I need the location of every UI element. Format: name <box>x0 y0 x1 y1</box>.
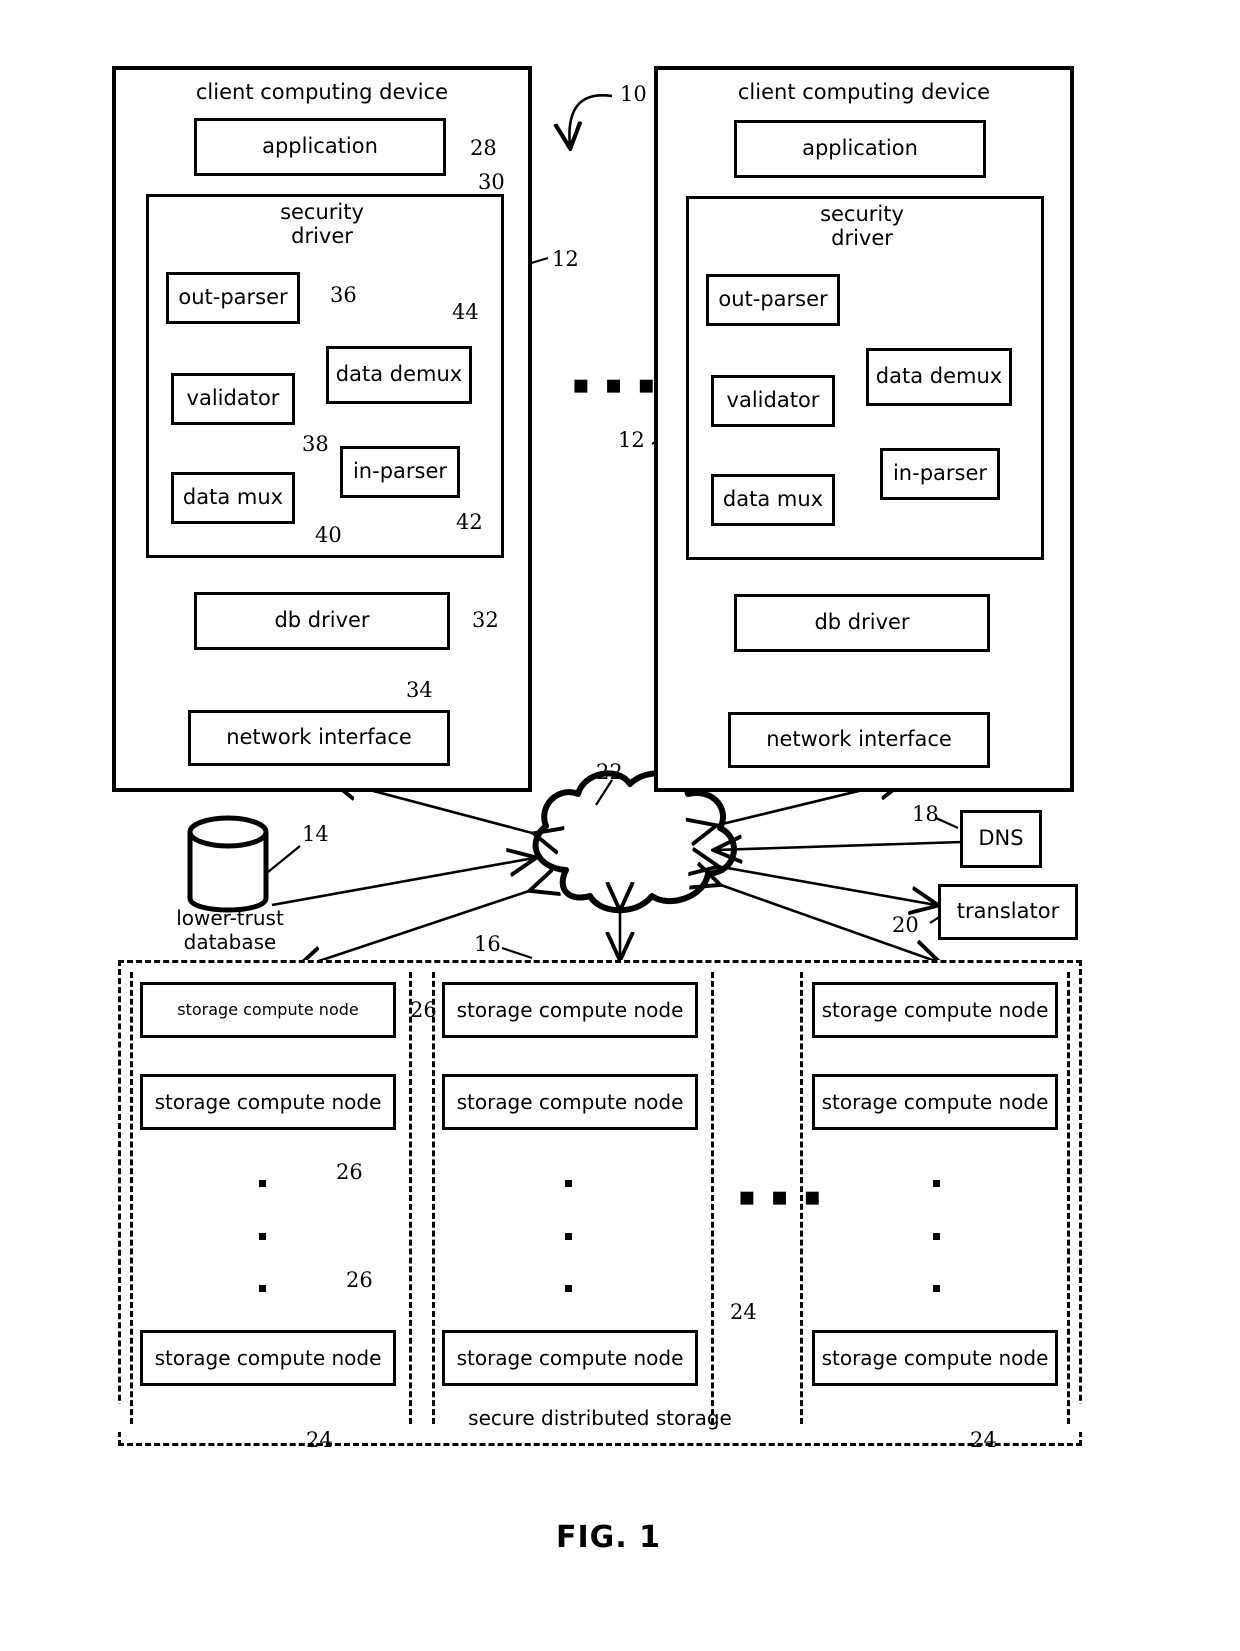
data-mux-1: data mux <box>171 472 295 524</box>
security-driver-2-label: security driver <box>820 202 904 251</box>
out-parser-2: out-parser <box>706 274 840 326</box>
storage-compute-node: storage compute node <box>140 982 396 1038</box>
ref-14: 14 <box>302 822 329 846</box>
security-driver-1-label: security driver <box>280 200 364 249</box>
ref-42: 42 <box>456 510 483 534</box>
ref-24-col2: 24 <box>730 1300 757 1324</box>
network-interface-1: network interface <box>188 710 450 766</box>
storage-column-1-vertical-ellipsis <box>258 1180 266 1292</box>
ref-26-b: 26 <box>336 1160 363 1184</box>
in-parser-1: in-parser <box>340 446 460 498</box>
storage-compute-node: storage compute node <box>442 982 698 1038</box>
figure-caption: FIG. 1 <box>556 1520 661 1555</box>
ref-10: 10 <box>620 82 647 106</box>
ref-38: 38 <box>302 432 329 456</box>
in-parser-2: in-parser <box>880 448 1000 500</box>
ref-18: 18 <box>912 802 939 826</box>
ref-28: 28 <box>470 136 497 160</box>
ref-40: 40 <box>315 523 342 547</box>
data-demux-1: data demux <box>326 346 472 404</box>
application-2: application <box>734 120 986 178</box>
db-driver-1: db driver <box>194 592 450 650</box>
validator-2: validator <box>711 375 835 427</box>
storage-compute-node: storage compute node <box>140 1330 396 1386</box>
ref-12-left: 12 <box>552 247 579 271</box>
storage-column-2-vertical-ellipsis <box>564 1180 572 1292</box>
ref-26-c: 26 <box>346 1268 373 1292</box>
data-demux-2: data demux <box>866 348 1012 406</box>
storage-compute-node: storage compute node <box>812 982 1058 1038</box>
ref-24-col3: 24 <box>970 1428 997 1452</box>
ref-34: 34 <box>406 678 433 702</box>
client-2-title: client computing device <box>737 80 991 104</box>
network-interface-2: network interface <box>728 712 990 768</box>
storage-compute-node: storage compute node <box>442 1074 698 1130</box>
ref-16: 16 <box>474 932 501 956</box>
dns-box: DNS <box>960 810 1042 868</box>
storage-compute-node: storage compute node <box>140 1074 396 1130</box>
lower-trust-db-line2: database <box>183 930 277 954</box>
storage-compute-node: storage compute node <box>812 1330 1058 1386</box>
storage-compute-node: storage compute node <box>812 1074 1058 1130</box>
ref-12-right: 12 <box>618 428 645 452</box>
out-parser-1: out-parser <box>166 272 300 324</box>
clients-ellipsis: ▪ ▪ ▪ <box>572 370 658 400</box>
data-mux-2: data mux <box>711 474 835 526</box>
lower-trust-db-line1: lower-trust <box>176 906 284 930</box>
ref-32: 32 <box>472 608 499 632</box>
storage-column-3-vertical-ellipsis <box>932 1180 940 1292</box>
ref-36: 36 <box>330 283 357 307</box>
lower-trust-database-label: lower-trust database <box>168 906 292 954</box>
ref-30: 30 <box>478 170 505 194</box>
validator-1: validator <box>171 373 295 425</box>
application-1: application <box>194 118 446 176</box>
ref-22: 22 <box>596 760 623 784</box>
ref-20: 20 <box>892 913 919 937</box>
ref-44: 44 <box>452 300 479 324</box>
ref-24-col1: 24 <box>306 1428 333 1452</box>
storage-compute-node: storage compute node <box>442 1330 698 1386</box>
translator-box: translator <box>938 884 1078 940</box>
client-1-title: client computing device <box>195 80 449 104</box>
db-driver-2: db driver <box>734 594 990 652</box>
